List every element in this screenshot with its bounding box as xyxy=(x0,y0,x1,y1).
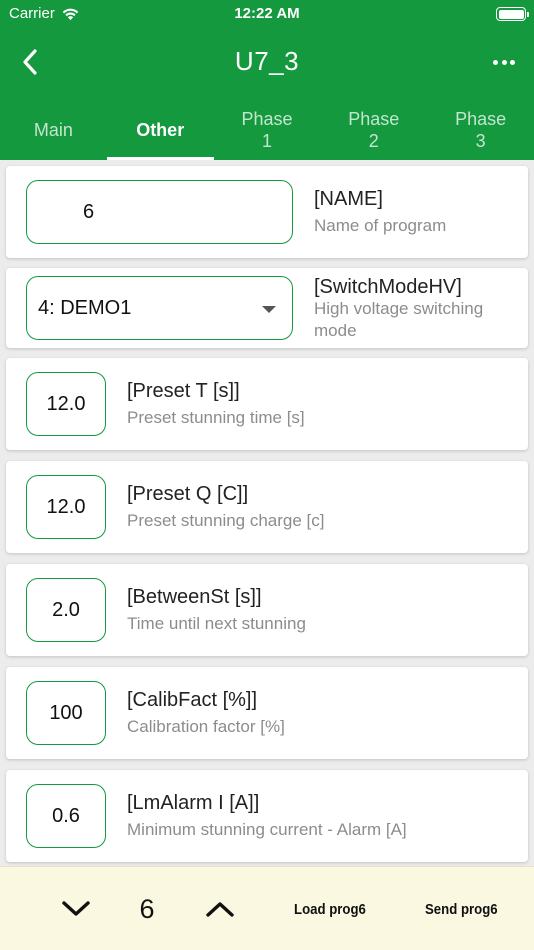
param-title: [SwitchModeHV] xyxy=(314,276,462,298)
param-title: [Preset Q [C]] xyxy=(127,483,249,505)
param-card-switch-mode: 4: DEMO1 [SwitchModeHV] High voltage swi… xyxy=(6,268,528,348)
param-card-calib-fact: 100 [CalibFact [%]] Calibration factor [… xyxy=(6,667,528,759)
app-header: Carrier 12:22 AM U7_3 Main Other Phase 1… xyxy=(0,0,534,160)
param-description: Preset stunning charge [c] xyxy=(127,511,325,530)
param-description: Calibration factor [%] xyxy=(127,717,285,736)
caret-down-icon xyxy=(262,306,276,313)
param-description: High voltage switching mode xyxy=(314,299,484,340)
name-input[interactable]: 6 xyxy=(26,180,293,244)
page-title: U7_3 xyxy=(234,46,300,76)
param-card-name: 6 [NAME] Name of program xyxy=(6,166,528,258)
param-card-preset-t: 12.0 [Preset T [s]] Preset stunning time… xyxy=(6,358,528,450)
switch-mode-dropdown[interactable]: 4: DEMO1 xyxy=(26,276,293,340)
lm-alarm-input[interactable]: 0.6 xyxy=(26,784,106,848)
battery-icon xyxy=(496,7,529,21)
between-st-input[interactable]: 2.0 xyxy=(26,578,106,642)
param-description: Time until next stunning xyxy=(127,614,306,633)
tab-main[interactable]: Main xyxy=(0,100,107,160)
param-description: Name of program xyxy=(314,216,447,235)
param-title: [Preset T [s]] xyxy=(127,380,240,402)
chevron-down-icon xyxy=(62,901,90,916)
preset-t-input[interactable]: 12.0 xyxy=(26,372,106,436)
previous-program-button[interactable] xyxy=(58,891,94,927)
parameter-list[interactable]: 6 [NAME] Name of program 4: DEMO1 [Switc… xyxy=(0,160,534,866)
preset-q-input[interactable]: 12.0 xyxy=(26,475,106,539)
program-number: 6 xyxy=(139,894,155,924)
param-card-between-st: 2.0 [BetweenSt [s]] Time until next stun… xyxy=(6,564,528,656)
send-program-button[interactable]: Send prog6 xyxy=(425,901,498,918)
param-card-lm-alarm: 0.6 [LmAlarm I [A]] Minimum stunning cur… xyxy=(6,770,528,862)
more-dots-icon xyxy=(493,59,498,65)
param-card-preset-q: 12.0 [Preset Q [C]] Preset stunning char… xyxy=(6,461,528,553)
param-title: [CalibFact [%]] xyxy=(127,689,258,711)
calib-fact-input[interactable]: 100 xyxy=(26,681,106,745)
navigation-bar: U7_3 xyxy=(0,36,534,90)
param-description: Minimum stunning current - Alarm [A] xyxy=(127,820,407,839)
tab-phase-3[interactable]: Phase 3 xyxy=(427,100,534,160)
switch-mode-selected: 4: DEMO1 xyxy=(38,296,132,319)
more-options-button[interactable] xyxy=(488,46,520,78)
tab-phase-1[interactable]: Phase 1 xyxy=(214,100,321,160)
param-description: Preset stunning time [s] xyxy=(127,408,305,427)
tab-bar: Main Other Phase 1 Phase 2 Phase 3 xyxy=(0,100,534,160)
param-title: [BetweenSt [s]] xyxy=(127,586,262,608)
param-title: [NAME] xyxy=(314,188,383,210)
param-title: [LmAlarm I [A]] xyxy=(127,792,260,814)
load-program-button[interactable]: Load prog6 xyxy=(294,901,366,918)
tab-phase-2[interactable]: Phase 2 xyxy=(320,100,427,160)
status-bar: Carrier 12:22 AM xyxy=(0,0,534,28)
status-time: 12:22 AM xyxy=(234,5,300,22)
program-toolbar: 6 Load prog6 Send prog6 xyxy=(0,866,534,950)
next-program-button[interactable] xyxy=(202,891,238,927)
chevron-up-icon xyxy=(206,902,234,917)
tab-other[interactable]: Other xyxy=(106,100,214,160)
